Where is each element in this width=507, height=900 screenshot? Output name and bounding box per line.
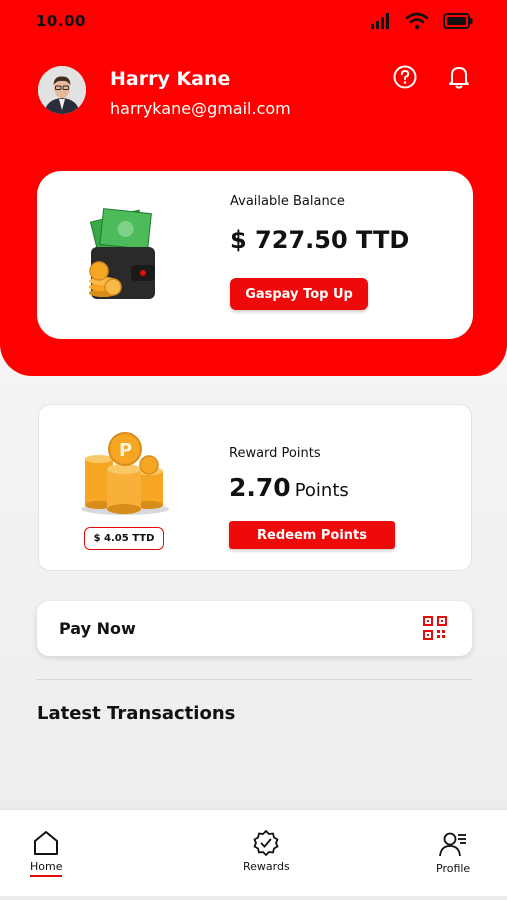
svg-text:P: P [119, 440, 132, 461]
balance-amount: $ 727.50 TTD [230, 226, 410, 254]
coins-icon: P [81, 432, 169, 515]
balance-card: Available Balance $ 727.50 TTD Gaspay To… [37, 171, 473, 339]
status-time: 10.00 [36, 12, 86, 30]
nav-home[interactable]: Home [30, 830, 62, 877]
pay-now-card[interactable]: Pay Now [37, 601, 472, 656]
wifi-icon [405, 12, 429, 30]
reward-label: Reward Points [229, 446, 321, 461]
reward-value: 2.70 Points [229, 473, 349, 502]
redeem-points-button[interactable]: Redeem Points [229, 521, 395, 549]
nav-rewards[interactable]: Rewards [243, 830, 290, 873]
signal-icon [371, 13, 389, 29]
points-ttd-badge: $ 4.05 TTD [84, 527, 164, 550]
user-email: harrykane@gmail.com [110, 99, 291, 118]
pay-now-label: Pay Now [59, 619, 136, 638]
battery-icon [443, 13, 473, 29]
section-divider [37, 679, 472, 680]
reward-points-number: 2.70 [229, 473, 291, 502]
nav-profile[interactable]: Profile [436, 830, 470, 875]
user-name: Harry Kane [110, 68, 231, 90]
nav-active-indicator [30, 875, 63, 877]
header: 10.00 Harry Kane harrykane@gmail.com Ava… [0, 0, 507, 376]
balance-label: Available Balance [230, 194, 345, 209]
profile-icon [439, 832, 467, 857]
home-icon [34, 831, 59, 855]
qr-code-icon[interactable] [423, 616, 447, 640]
help-icon[interactable] [392, 64, 418, 90]
topup-button[interactable]: Gaspay Top Up [230, 278, 368, 310]
reward-card: P $ 4.05 TTD Reward Points 2.70 Points Re… [38, 404, 472, 571]
nav-profile-label: Profile [436, 862, 471, 875]
bottom-nav: Home Rewards Profile [0, 810, 507, 896]
wallet-icon [89, 208, 155, 299]
rewards-badge-icon [253, 830, 279, 856]
nav-rewards-label: Rewards [243, 860, 290, 873]
bell-icon[interactable] [446, 64, 472, 90]
reward-points-unit: Points [294, 480, 349, 501]
status-icons [371, 12, 473, 30]
latest-transactions-title: Latest Transactions [37, 703, 236, 724]
nav-home-label: Home [30, 860, 63, 873]
avatar[interactable] [38, 66, 86, 114]
